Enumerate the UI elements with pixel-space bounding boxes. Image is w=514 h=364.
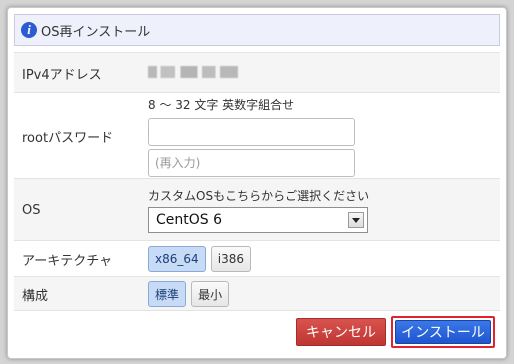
- dialog-header: i OS再インストール: [14, 14, 500, 46]
- os-reinstall-dialog: i OS再インストール IPv4アドレス rootパスワード 8 〜 32 文字…: [7, 7, 507, 359]
- config-option-minimal[interactable]: 最小: [191, 281, 230, 307]
- dialog-title: OS再インストール: [41, 24, 151, 40]
- arch-option-i386[interactable]: i386: [210, 246, 252, 272]
- ipv4-label: IPv4アドレス: [22, 67, 102, 83]
- ipv4-value-obscured: [148, 66, 238, 78]
- password-confirm-input[interactable]: [148, 148, 355, 177]
- config-option-standard[interactable]: 標準: [148, 281, 187, 307]
- dialog-footer: キャンセル インストール: [14, 310, 500, 351]
- arch-label: アーキテクチャ: [22, 253, 113, 269]
- os-label: OS: [22, 202, 41, 218]
- install-button[interactable]: インストール: [395, 320, 491, 344]
- password-label: rootパスワード: [22, 130, 114, 146]
- ipv4-row: IPv4アドレス: [14, 52, 500, 93]
- cancel-button[interactable]: キャンセル: [296, 318, 386, 346]
- os-select[interactable]: CentOS 6: [148, 207, 368, 233]
- arch-row: アーキテクチャ x86_64 i386: [14, 240, 500, 277]
- config-label: 構成: [22, 288, 49, 304]
- password-input[interactable]: [148, 117, 355, 146]
- password-row: rootパスワード 8 〜 32 文字 英数字組合せ: [14, 92, 500, 179]
- config-row: 構成 標準 最小: [14, 276, 500, 311]
- info-icon: i: [21, 22, 37, 38]
- password-hint: 8 〜 32 文字 英数字組合せ: [148, 97, 295, 112]
- os-row: OS カスタムOSもこちらからご選択ください CentOS 6: [14, 178, 500, 241]
- arch-option-x86_64[interactable]: x86_64: [148, 246, 206, 272]
- os-select-value: CentOS 6: [156, 212, 223, 228]
- os-hint: カスタムOSもこちらからご選択ください: [148, 189, 370, 203]
- chevron-down-icon[interactable]: [348, 212, 364, 228]
- install-button-highlight: インストール: [391, 316, 495, 348]
